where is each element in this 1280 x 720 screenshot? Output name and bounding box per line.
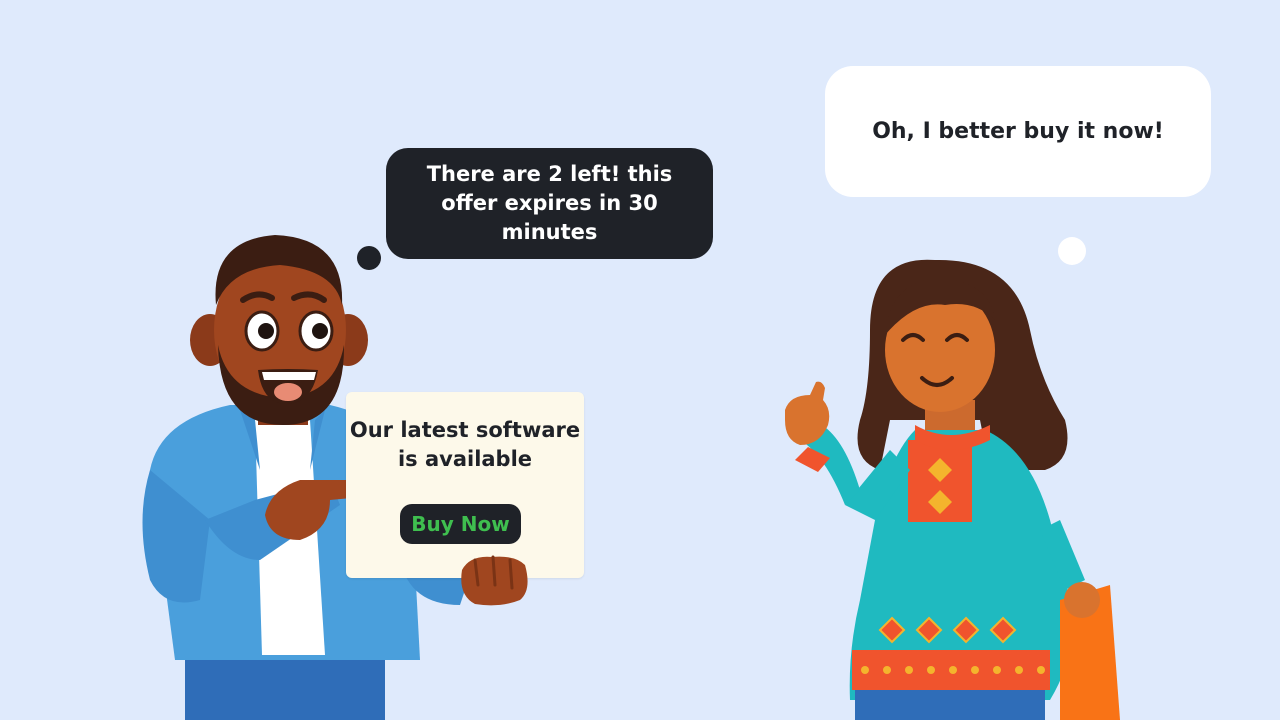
man-holding-hand	[461, 555, 528, 606]
